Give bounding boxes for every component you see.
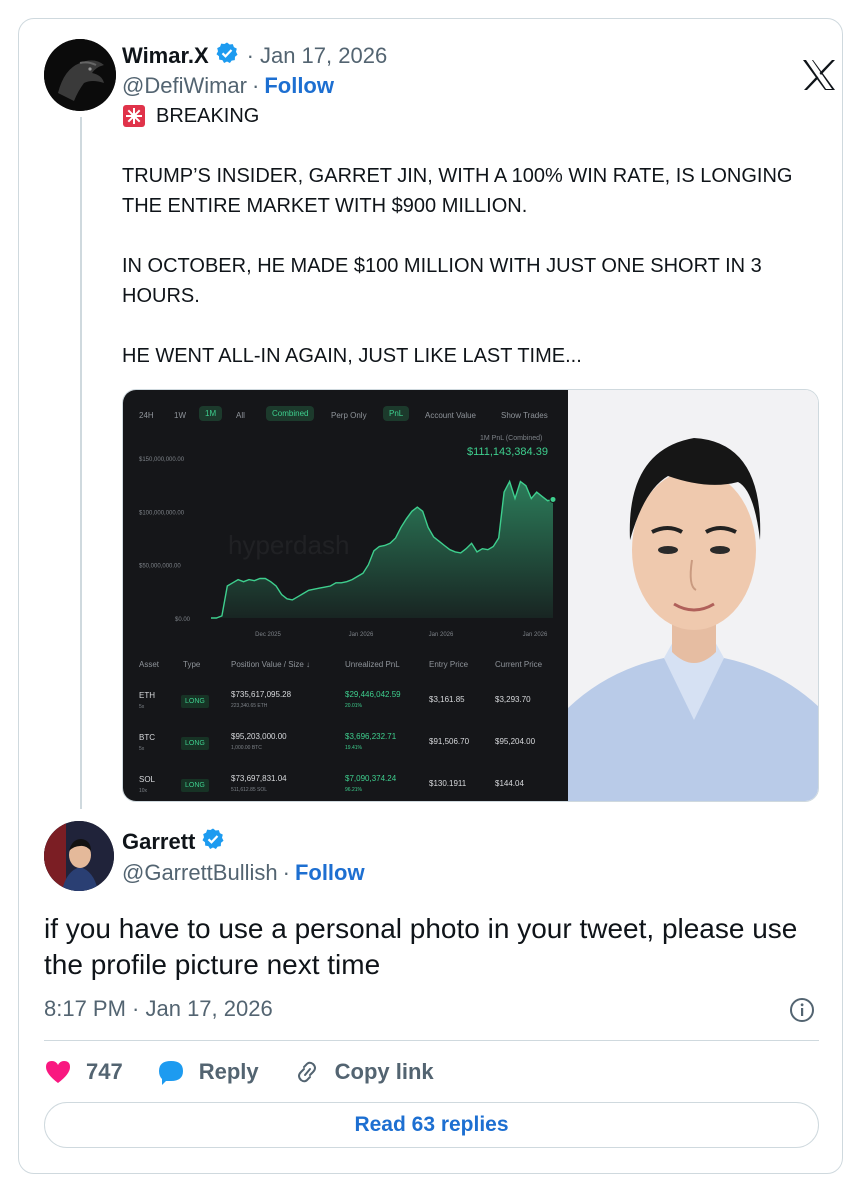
col-current-price: Current Price [495, 660, 543, 669]
row-eth-type-badge: LONG [181, 695, 209, 708]
tweet-date[interactable]: Jan 17, 2026 [260, 43, 387, 69]
like-button[interactable]: 747 [44, 1059, 123, 1085]
speech-bubble-icon [158, 1061, 183, 1085]
reply-label: Reply [198, 1059, 259, 1084]
tweet-paragraph-2: IN OCTOBER, HE MADE $100 MILLION WITH JU… [122, 255, 762, 307]
row-btc-pnl: $3,696,232.71 [345, 732, 397, 741]
reply-tweet-body: if you have to use a personal photo in y… [44, 913, 798, 980]
x-tick-label: Dec 2025 [255, 632, 281, 638]
row-btc-asset: BTC [139, 733, 155, 742]
thread-connector-line [80, 117, 82, 809]
info-icon[interactable] [789, 997, 815, 1028]
tab-account-value: Account Value [425, 411, 476, 420]
portrait-photo [568, 390, 818, 801]
row-sol-pnl: $7,090,374.24 [345, 774, 397, 783]
link-icon [297, 1061, 316, 1083]
tweet-paragraph-3: HE WENT ALL-IN AGAIN, JUST LIKE LAST TIM… [122, 345, 582, 367]
wimar-avatar[interactable] [44, 39, 116, 111]
pnl-label: 1M PnL (Combined) [480, 435, 543, 442]
reply-verified-badge-icon [201, 827, 225, 856]
x-logo-icon[interactable] [801, 59, 837, 96]
row-sol-value: $73,697,831.04 [231, 774, 287, 783]
y-tick-label: $150,000,000.00 [139, 457, 185, 463]
author-display-name[interactable]: Wimar.X [122, 43, 209, 69]
copy-link-label: Copy link [334, 1059, 434, 1084]
reply-author-handle[interactable]: @GarrettBullish [122, 860, 278, 886]
siren-emoji-icon [122, 104, 146, 128]
row-sol-entry: $130.1911 [429, 779, 467, 788]
tab-perp-only: Perp Only [331, 411, 367, 420]
x-tick-label: Jan 2026 [523, 632, 548, 638]
row-sol-asset: SOL [139, 775, 156, 784]
col-type: Type [183, 660, 201, 669]
watermark-text: hyperdash [228, 530, 349, 560]
reply-timestamp[interactable]: 8:17 PM · Jan 17, 2026 [44, 996, 273, 1022]
pnl-area-chart: $0.00 $50,000,000.00 $100,000,000.00 $150,0… [139, 457, 557, 638]
row-eth-entry: $3,161.85 [429, 695, 465, 704]
actions-divider [44, 1040, 819, 1041]
pnl-last-point [549, 495, 557, 503]
tab-1m: 1M [199, 406, 223, 421]
col-entry-price: Entry Price [429, 660, 469, 669]
tweet-paragraph-1: TRUMP’S INSIDER, GARRET JIN, WITH A 100%… [122, 165, 793, 217]
row-sol-type-badge: LONG [181, 779, 209, 792]
reply-author-display-name[interactable]: Garrett [122, 829, 195, 855]
x-tick-label: Jan 2026 [349, 632, 374, 638]
heart-icon [46, 1061, 70, 1083]
tab-all: All [236, 411, 245, 420]
tweet-media[interactable]: 24H 1W 1M All Combined Perp Only PnL Acc… [122, 389, 819, 802]
follow-button[interactable]: Follow [264, 73, 334, 99]
reply-button[interactable]: Reply [157, 1059, 259, 1085]
row-btc-value: $95,203,000.00 [231, 732, 287, 741]
tab-show-trades: Show Trades [501, 411, 548, 420]
row-eth-asset: ETH [139, 691, 155, 700]
row-eth-size: 223,340.65 ETH [231, 703, 268, 709]
author-handle[interactable]: @DefiWimar [122, 73, 247, 99]
col-position-value: Position Value / Size ↓ [231, 660, 311, 669]
tweet-embed-card: Wimar.X · Jan 17, 2026 @DefiWimar · Foll… [18, 18, 843, 1174]
tab-pnl: PnL [383, 406, 410, 421]
tweet-breaking-label: BREAKING [156, 105, 260, 127]
row-eth-pnl: $29,446,042.59 [345, 690, 401, 699]
row-btc-leverage: 5x [139, 746, 145, 752]
like-count: 747 [86, 1059, 123, 1084]
row-eth-value: $735,617,095.28 [231, 690, 292, 699]
hyperdash-screenshot: 24H 1W 1M All Combined Perp Only PnL Acc… [123, 390, 568, 801]
row-btc-entry: $91,506.70 [429, 737, 470, 746]
y-tick-label: $50,000,000.00 [139, 564, 181, 570]
row-sol-leverage: 10x [139, 788, 148, 794]
row-btc-current: $95,204.00 [495, 737, 536, 746]
garrett-avatar[interactable] [44, 821, 114, 891]
tab-24h: 24H [139, 411, 154, 420]
tweet-body: BREAKING TRUMP’S INSIDER, GARRET JIN, WI… [122, 101, 822, 401]
action-bar: 747 Reply Copy link [44, 1057, 468, 1087]
row-btc-type-badge: LONG [181, 737, 209, 750]
row-eth-current: $3,293.70 [495, 695, 531, 704]
copy-link-button[interactable]: Copy link [293, 1059, 434, 1085]
row-eth-leverage: 5x [139, 704, 145, 710]
tab-1w: 1W [174, 411, 186, 420]
x-tick-label: Jan 2026 [429, 632, 454, 638]
tab-combined: Combined [266, 406, 315, 421]
col-unrealized-pnl: Unrealized PnL [345, 660, 400, 669]
y-tick-label: $0.00 [175, 617, 191, 623]
verified-badge-icon [215, 41, 239, 70]
row-eth-pnl-pct: 20.01% [345, 703, 362, 709]
row-sol-current: $144.04 [495, 779, 524, 788]
read-replies-button[interactable]: Read 63 replies [44, 1102, 819, 1148]
reply-follow-button[interactable]: Follow [295, 860, 365, 886]
row-sol-size: 511,612.85 SOL [231, 787, 268, 793]
y-tick-label: $100,000,000.00 [139, 510, 185, 516]
row-btc-pnl-pct: 19.41% [345, 745, 362, 751]
col-asset: Asset [139, 660, 160, 669]
row-btc-size: 1,000.00 BTC [231, 745, 262, 751]
row-sol-pnl-pct: 96.21% [345, 787, 362, 793]
